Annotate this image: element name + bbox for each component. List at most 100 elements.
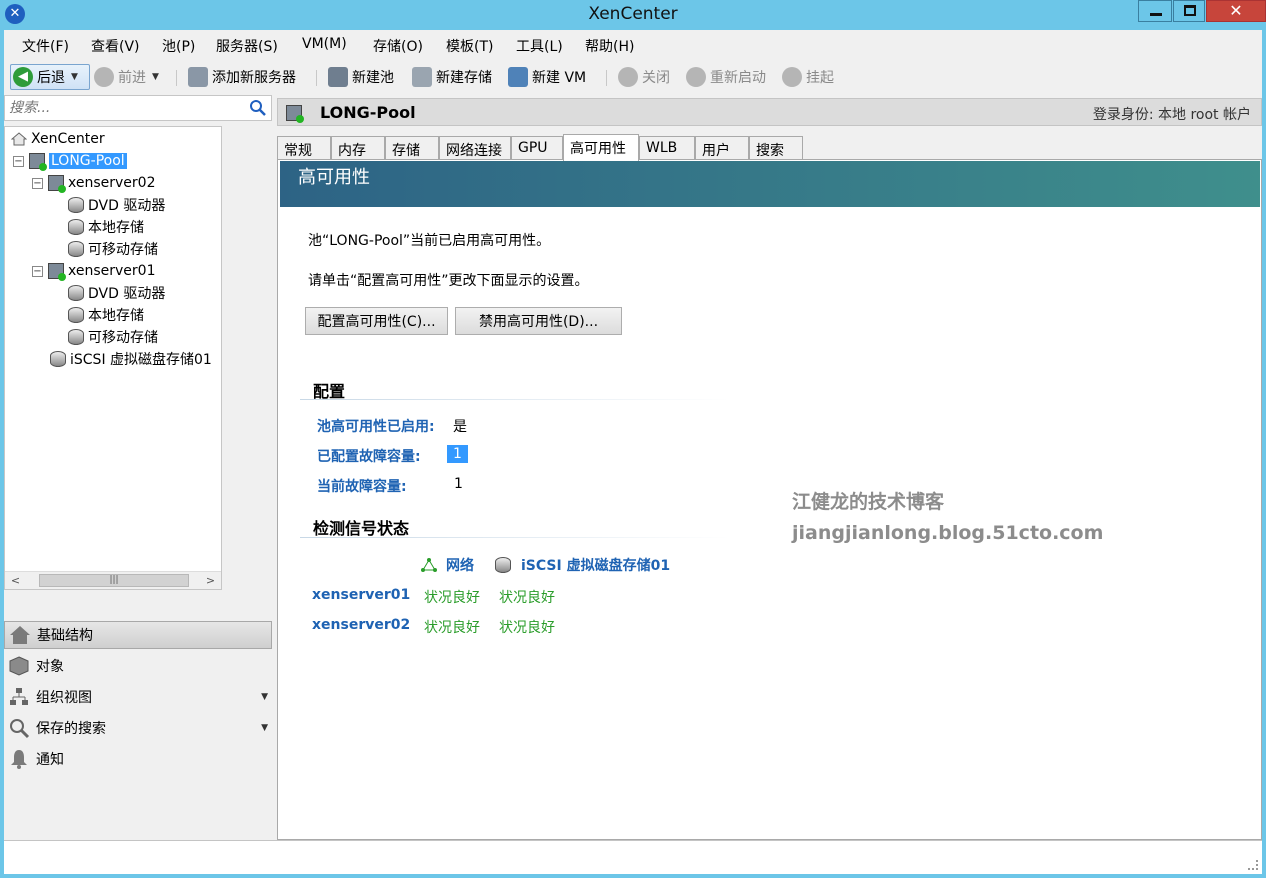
add-server-button[interactable]: 添加新服务器 — [188, 64, 296, 90]
ha-hint-text: 请单击“配置高可用性”更改下面显示的设置。 — [308, 273, 589, 289]
back-button[interactable]: ◀ 后退 ▼ — [10, 64, 90, 90]
resize-grip-icon[interactable] — [1248, 860, 1258, 870]
configure-ha-button[interactable]: 配置高可用性(C)... — [305, 307, 448, 335]
menu-server[interactable]: 服务器(S) — [216, 36, 278, 56]
shutdown-button[interactable]: 关闭 — [618, 64, 670, 90]
new-pool-button[interactable]: 新建池 — [328, 64, 394, 90]
nav-objects[interactable]: 对象 — [4, 652, 272, 680]
storage-heartbeat-status: 状况良好 — [499, 620, 555, 636]
current-tolerance-label: 当前故障容量: — [317, 479, 407, 495]
maximize-button[interactable] — [1173, 0, 1205, 22]
main-window: 文件(F) 查看(V) 池(P) 服务器(S) VM(M) 存储(O) 模板(T… — [4, 30, 1262, 874]
tree-node-storage[interactable]: DVD 驱动器 — [68, 195, 165, 215]
forward-label: 前进 — [118, 70, 146, 86]
tree-node-storage[interactable]: 可移动存储 — [68, 239, 158, 259]
tree-node-host[interactable]: − xenserver01 — [32, 261, 155, 281]
forward-dropdown-icon[interactable]: ▼ — [152, 72, 159, 82]
dropdown-arrow-icon[interactable]: ▼ — [261, 723, 268, 733]
reboot-button[interactable]: 重新启动 — [686, 64, 766, 90]
scroll-left-icon[interactable]: < — [7, 572, 24, 589]
watermark-url: jiangjianlong.blog.51cto.com — [792, 522, 1104, 544]
scroll-right-icon[interactable]: > — [202, 572, 219, 589]
tree-node-pool[interactable]: − LONG-Pool — [13, 151, 127, 171]
pause-icon — [782, 67, 802, 87]
back-arrow-icon: ◀ — [13, 67, 33, 87]
tree-node-storage[interactable]: 本地存储 — [68, 217, 144, 237]
tab-search[interactable]: 搜索 — [749, 136, 803, 160]
tree-horizontal-scrollbar[interactable]: < ||| > — [5, 571, 221, 589]
menu-help[interactable]: 帮助(H) — [585, 36, 634, 56]
search-input[interactable] — [9, 97, 239, 119]
tab-memory[interactable]: 内存 — [331, 136, 385, 160]
menu-templates[interactable]: 模板(T) — [446, 36, 493, 56]
home-icon — [10, 626, 30, 644]
close-button[interactable]: ✕ — [1206, 0, 1266, 22]
tab-wlb[interactable]: WLB — [639, 136, 695, 160]
add-server-icon — [188, 67, 208, 87]
reboot-label: 重新启动 — [710, 70, 766, 86]
disk-icon — [68, 219, 84, 235]
server-icon — [48, 263, 66, 281]
tree-node-xencenter[interactable]: XenCenter — [11, 129, 105, 149]
menu-view[interactable]: 查看(V) — [91, 36, 140, 56]
configured-tolerance-value[interactable]: 1 — [447, 445, 468, 463]
suspend-button[interactable]: 挂起 — [782, 64, 834, 90]
back-dropdown-icon[interactable]: ▼ — [71, 72, 78, 82]
new-storage-label: 新建存储 — [436, 70, 492, 86]
collapse-icon[interactable]: − — [13, 155, 24, 167]
nav-saved-searches[interactable]: 保存的搜索 ▼ — [4, 714, 272, 742]
home-icon — [11, 132, 27, 146]
menu-bar: 文件(F) 查看(V) 池(P) 服务器(S) VM(M) 存储(O) 模板(T… — [4, 34, 1262, 56]
tab-general[interactable]: 常规 — [277, 136, 331, 160]
dropdown-arrow-icon[interactable]: ▼ — [261, 692, 268, 702]
minimize-button[interactable] — [1138, 0, 1172, 22]
tree-node-label: iSCSI 虚拟磁盘存储01 — [70, 352, 212, 368]
forward-button[interactable]: 前进 ▼ — [94, 64, 159, 90]
disable-ha-button[interactable]: 禁用高可用性(D)... — [455, 307, 622, 335]
nav-notifications[interactable]: 通知 — [4, 745, 272, 773]
heartbeat-host-link[interactable]: xenserver02 — [312, 617, 410, 633]
heartbeat-host-link[interactable]: xenserver01 — [312, 587, 410, 603]
disk-icon — [68, 307, 84, 323]
tree-node-storage[interactable]: DVD 驱动器 — [68, 283, 165, 303]
nav-label: 通知 — [36, 752, 64, 768]
search-icon[interactable] — [249, 99, 267, 117]
suspend-label: 挂起 — [806, 70, 834, 86]
toolbar-separator — [176, 70, 177, 86]
nav-infrastructure[interactable]: 基础结构 — [4, 621, 272, 649]
menu-file[interactable]: 文件(F) — [22, 36, 69, 56]
pool-icon — [286, 105, 304, 123]
menu-pool[interactable]: 池(P) — [162, 36, 195, 56]
banner-title: 高可用性 — [298, 167, 370, 188]
ha-enabled-value: 是 — [453, 419, 467, 435]
tree-node-storage[interactable]: iSCSI 虚拟磁盘存储01 — [50, 349, 212, 369]
tab-users[interactable]: 用户 — [695, 136, 749, 160]
network-heartbeat-status: 状况良好 — [424, 620, 480, 636]
add-server-label: 添加新服务器 — [212, 70, 296, 86]
tab-storage[interactable]: 存储 — [385, 136, 439, 160]
scrollbar-thumb[interactable]: ||| — [39, 574, 189, 587]
tree-node-host[interactable]: − xenserver02 — [32, 173, 155, 193]
object-name: LONG-Pool — [320, 103, 416, 122]
tab-gpu[interactable]: GPU — [511, 136, 563, 160]
new-storage-button[interactable]: 新建存储 — [412, 64, 492, 90]
tree-node-label: xenserver01 — [68, 263, 156, 279]
menu-vm[interactable]: VM(M) — [302, 36, 347, 52]
new-vm-button[interactable]: 新建 VM — [508, 64, 586, 90]
heartbeat-column-storage: iSCSI 虚拟磁盘存储01 — [495, 555, 670, 575]
tree-node-label: 可移动存储 — [88, 242, 158, 258]
maximize-icon — [1184, 5, 1196, 16]
menu-storage[interactable]: 存储(O) — [373, 36, 423, 56]
collapse-icon[interactable]: − — [32, 265, 43, 277]
tree-node-label: XenCenter — [31, 131, 105, 147]
status-bar — [4, 840, 1262, 874]
ha-status-text: 池“LONG-Pool”当前已启用高可用性。 — [308, 233, 551, 249]
tree-node-storage[interactable]: 可移动存储 — [68, 327, 158, 347]
tab-networking[interactable]: 网络连接 — [439, 136, 511, 160]
tree-node-storage[interactable]: 本地存储 — [68, 305, 144, 325]
nav-organization-views[interactable]: 组织视图 ▼ — [4, 683, 272, 711]
collapse-icon[interactable]: − — [32, 177, 43, 189]
menu-tools[interactable]: 工具(L) — [516, 36, 563, 56]
tab-high-availability[interactable]: 高可用性 — [563, 134, 639, 161]
forward-arrow-icon — [94, 67, 114, 87]
